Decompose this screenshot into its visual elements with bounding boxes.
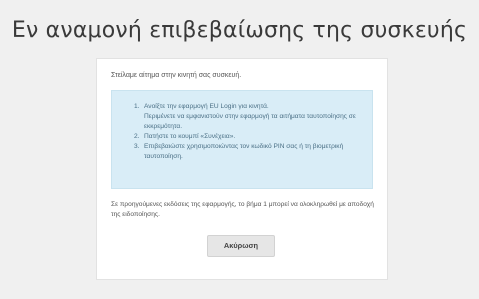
request-sent-message: Στείλαμε αίτημα στην κινητή σας συσκευή. xyxy=(111,72,242,79)
step-2-text: Πατήστε το κουμπί «Συνέχεια». xyxy=(144,133,236,140)
confirmation-card: Στείλαμε αίτημα στην κινητή σας συσκευή.… xyxy=(96,58,388,280)
instruction-step-1: Ανοίξτε την εφαρμογή EU Login για κινητά… xyxy=(134,102,364,132)
step-1-detail: Περιμένετε να εμφανιστούν στην εφαρμογή … xyxy=(144,113,356,130)
page-title: Εν αναμονή επιβεβαίωσης της συσκευής xyxy=(11,18,468,43)
step-3-text: Επιβεβαιώστε χρησιμοποιώντας τον κωδικό … xyxy=(144,143,344,160)
cancel-button[interactable]: Ακύρωση xyxy=(207,235,275,257)
step-1-text: Ανοίξτε την εφαρμογή EU Login για κινητά… xyxy=(144,103,269,110)
instruction-step-3: Επιβεβαιώστε χρησιμοποιώντας τον κωδικό … xyxy=(134,142,364,162)
instructions-box: Ανοίξτε την εφαρμογή EU Login για κινητά… xyxy=(111,90,373,189)
older-versions-note: Σε προηγούμενες εκδόσεις της εφαρμογής, … xyxy=(111,201,374,218)
instruction-steps: Ανοίξτε την εφαρμογή EU Login για κινητά… xyxy=(112,91,372,162)
instruction-step-2: Πατήστε το κουμπί «Συνέχεια». xyxy=(134,132,364,142)
